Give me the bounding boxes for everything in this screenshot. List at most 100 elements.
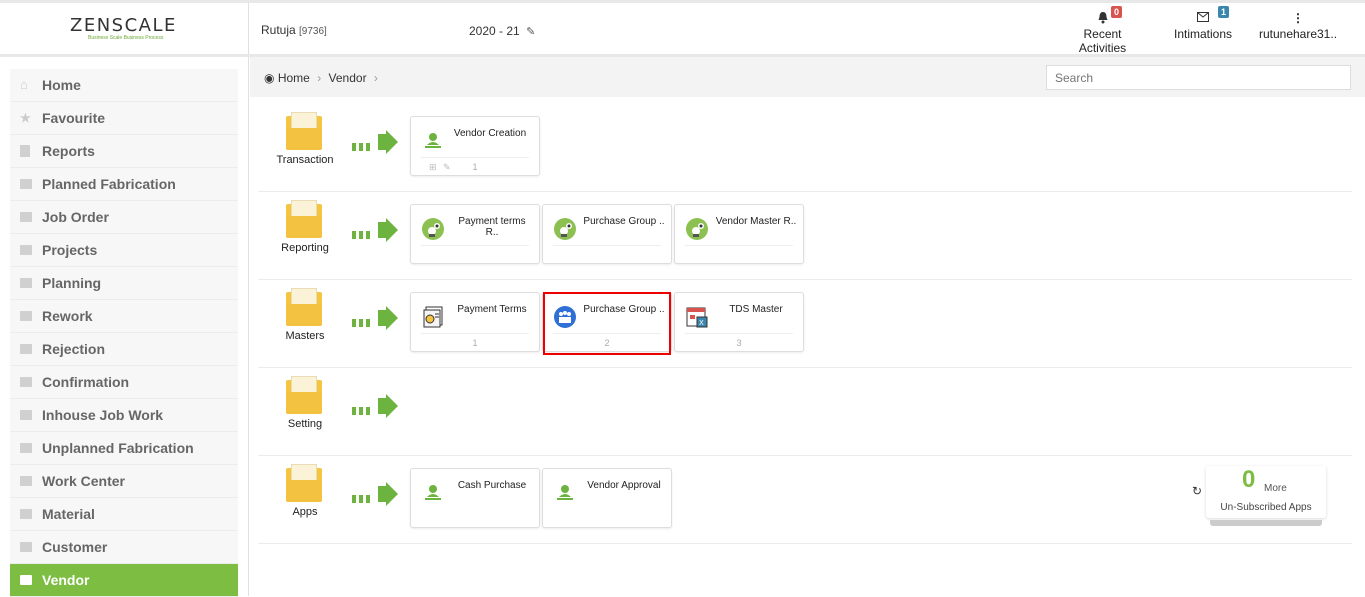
arrow-right-icon (352, 306, 400, 330)
card-title: Vendor Master R.. (715, 216, 797, 227)
card-title: Purchase Group .. (583, 216, 665, 227)
row-label-reporting: Reporting (281, 242, 329, 254)
top-header: ZENSCALE Business Scale Business Process… (0, 0, 1365, 57)
sidebar-item-work-center[interactable]: Work Center (10, 465, 238, 498)
user-icon (425, 133, 441, 148)
breadcrumb-separator: › (317, 71, 322, 85)
sidebar-item-rework[interactable]: Rework (10, 300, 238, 333)
folder-icon[interactable] (286, 112, 324, 152)
spreadsheet-icon: X (686, 307, 708, 328)
arrow-right-icon (352, 394, 400, 418)
folder-icon[interactable] (286, 376, 324, 416)
add-icon[interactable]: ⊞ (429, 162, 437, 173)
envelope-icon: 1 (1172, 6, 1234, 27)
arrow-right-icon (352, 130, 400, 154)
folder-icon (20, 509, 32, 520)
payment-document-icon (423, 306, 443, 328)
card-footer: 1 (421, 333, 529, 348)
sidebar-item-confirmation[interactable]: Confirmation (10, 366, 238, 399)
report-icon (554, 218, 576, 240)
sidebar-item-inhouse-job-work[interactable]: Inhouse Job Work (10, 399, 238, 432)
sidebar-item-label: Material (42, 506, 95, 522)
folder-icon (20, 410, 32, 421)
card-payment-terms[interactable]: Payment Terms 1 (410, 292, 540, 352)
card-purchase-group-report[interactable]: Purchase Group .. (542, 204, 672, 264)
row-label-masters: Masters (285, 330, 325, 342)
sidebar-item-label: Planning (42, 275, 102, 291)
folder-icon (20, 377, 32, 388)
account-label: rutunehare31.. (1258, 27, 1338, 41)
sidebar-item-label: Favourite (42, 110, 106, 126)
folder-icon[interactable] (286, 288, 324, 328)
fiscal-year-text: 2020 - 21 (469, 24, 520, 38)
logo[interactable]: ZENSCALE Business Scale Business Process (0, 3, 249, 54)
card-number: 1 (472, 338, 478, 348)
unsubscribed-apps[interactable]: 0 More Un-Subscribed Apps (1206, 466, 1326, 518)
logo-tagline: Business Scale Business Process (88, 35, 164, 41)
breadcrumb-bar: ◉ Home › Vendor › (250, 57, 1365, 97)
folder-icon (20, 212, 32, 223)
sidebar-item-label: Customer (42, 539, 108, 555)
sidebar-item-job-order[interactable]: Job Order (10, 201, 238, 234)
sidebar-item-label: Home (42, 77, 81, 93)
fiscal-year[interactable]: 2020 - 21 ✎ (469, 24, 535, 38)
document-icon (20, 145, 30, 158)
card-footer (421, 245, 529, 259)
card-vendor-approval[interactable]: Vendor Approval (542, 468, 672, 528)
sidebar-item-label: Rejection (42, 341, 106, 357)
row-reporting: Reporting Payment terms R.. Purchase Gro… (258, 192, 1352, 280)
recent-activities-label: Recent Activities (1078, 27, 1127, 55)
card-vendor-creation[interactable]: Vendor Creation ⊞ ✎ 1 (410, 116, 540, 176)
sidebar-item-projects[interactable]: Projects (10, 234, 238, 267)
sidebar-item-home[interactable]: ⌂ Home (10, 69, 238, 102)
refresh-icon[interactable]: ↻ (1192, 484, 1202, 498)
folder-icon (20, 311, 32, 322)
sidebar-item-label: Rework (42, 308, 93, 324)
row-label-setting: Setting (287, 418, 323, 430)
sidebar-item-customer[interactable]: Customer (10, 531, 238, 564)
sidebar-item-unplanned-fabrication[interactable]: Unplanned Fabrication (10, 432, 238, 465)
sidebar-item-reports[interactable]: Reports (10, 135, 238, 168)
sidebar-item-planned-fabrication[interactable]: Planned Fabrication (10, 168, 238, 201)
report-icon (422, 218, 444, 240)
edit-icon[interactable]: ✎ (443, 162, 451, 173)
sidebar-item-label: Confirmation (42, 374, 130, 390)
more-vertical-icon: ⋮ (1292, 11, 1304, 25)
row-masters: Masters Payment Terms 1 Purchase Group .… (258, 280, 1352, 368)
user-name: Rutuja [9736] (261, 23, 327, 37)
user-icon (557, 485, 573, 500)
account-menu[interactable]: ⋮ rutunehare31.. (1258, 11, 1338, 41)
breadcrumb-home[interactable]: Home (278, 71, 310, 85)
card-tds-master[interactable]: X TDS Master 3 (674, 292, 804, 352)
card-title: Vendor Approval (587, 480, 661, 491)
search-input[interactable] (1046, 65, 1351, 90)
folder-icon (20, 344, 32, 355)
sidebar-item-label: Planned Fabrication (42, 176, 176, 192)
card-vendor-master-report[interactable]: Vendor Master R.. (674, 204, 804, 264)
card-cash-purchase[interactable]: Cash Purchase (410, 468, 540, 528)
card-title: Cash Purchase (457, 480, 527, 491)
sidebar-item-favourite[interactable]: ★ Favourite (10, 102, 238, 135)
recent-activities[interactable]: 0 Recent Activities (1060, 6, 1145, 55)
folder-icon[interactable] (286, 200, 324, 240)
bell-icon: 0 (1060, 6, 1145, 27)
breadcrumb-current[interactable]: Vendor (329, 71, 367, 85)
sidebar-item-planning[interactable]: Planning (10, 267, 238, 300)
card-title: Payment Terms (457, 304, 527, 315)
sidebar-item-rejection[interactable]: Rejection (10, 333, 238, 366)
row-label-apps: Apps (292, 506, 318, 518)
folder-icon[interactable] (286, 464, 324, 504)
sidebar-item-label: Work Center (42, 473, 125, 489)
edit-icon[interactable]: ✎ (526, 26, 535, 38)
card-payment-terms-report[interactable]: Payment terms R.. (410, 204, 540, 264)
intimations[interactable]: 1 Intimations (1172, 6, 1234, 41)
sidebar-item-material[interactable]: Material (10, 498, 238, 531)
arrow-right-icon (352, 482, 400, 506)
unsubscribed-label: Un-Subscribed Apps (1220, 502, 1312, 513)
sidebar-item-label: Vendor (42, 572, 90, 588)
sidebar-item-vendor[interactable]: Vendor (10, 564, 238, 597)
home-icon: ⌂ (20, 77, 28, 93)
folder-icon (20, 575, 32, 586)
report-icon (686, 218, 708, 240)
card-footer (685, 245, 793, 259)
